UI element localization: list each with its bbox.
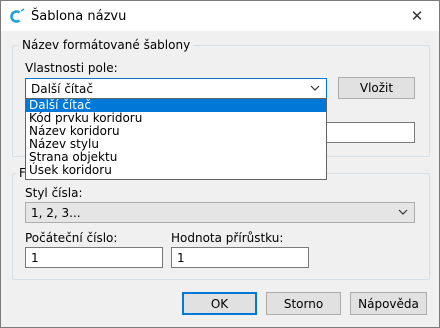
increment-field[interactable] [171, 247, 309, 268]
property-fields-label: Vlastnosti pole: [25, 61, 118, 75]
property-fields-value: Další čítač [31, 82, 93, 96]
title-bar: Šablona názvu ✕ [1, 1, 439, 31]
close-icon: ✕ [410, 7, 424, 25]
property-fields-dropdown: Další čítač Kód prvku koridoru Název kor… [25, 98, 327, 180]
help-button[interactable]: Nápověda [350, 292, 427, 315]
number-style-combo[interactable]: 1, 2, 3... [25, 202, 415, 223]
ok-button[interactable]: OK [182, 292, 257, 315]
number-style-value: 1, 2, 3... [31, 206, 81, 220]
window-title: Šablona názvu [31, 9, 127, 24]
app-logo-icon [8, 8, 25, 25]
increment-input[interactable] [172, 248, 308, 267]
close-button[interactable]: ✕ [395, 1, 439, 31]
start-number-label: Počáteční číslo: [25, 231, 118, 245]
dialog-window: Šablona názvu ✕ Název formátované šablon… [0, 0, 440, 328]
cancel-button[interactable]: Storno [266, 292, 341, 315]
property-fields-combo[interactable]: Další čítač [25, 78, 327, 99]
dropdown-option[interactable]: Úsek koridoru [26, 164, 326, 177]
start-number-field[interactable] [25, 247, 163, 268]
number-style-label: Styl čísla: [25, 186, 83, 200]
chevron-down-icon [398, 209, 408, 215]
start-number-input[interactable] [26, 248, 162, 267]
format-template-legend: Název formátované šablony [19, 38, 194, 52]
increment-label: Hodnota přírůstku: [171, 231, 284, 245]
chevron-down-icon [310, 85, 320, 91]
insert-button[interactable]: Vložit [338, 77, 415, 99]
